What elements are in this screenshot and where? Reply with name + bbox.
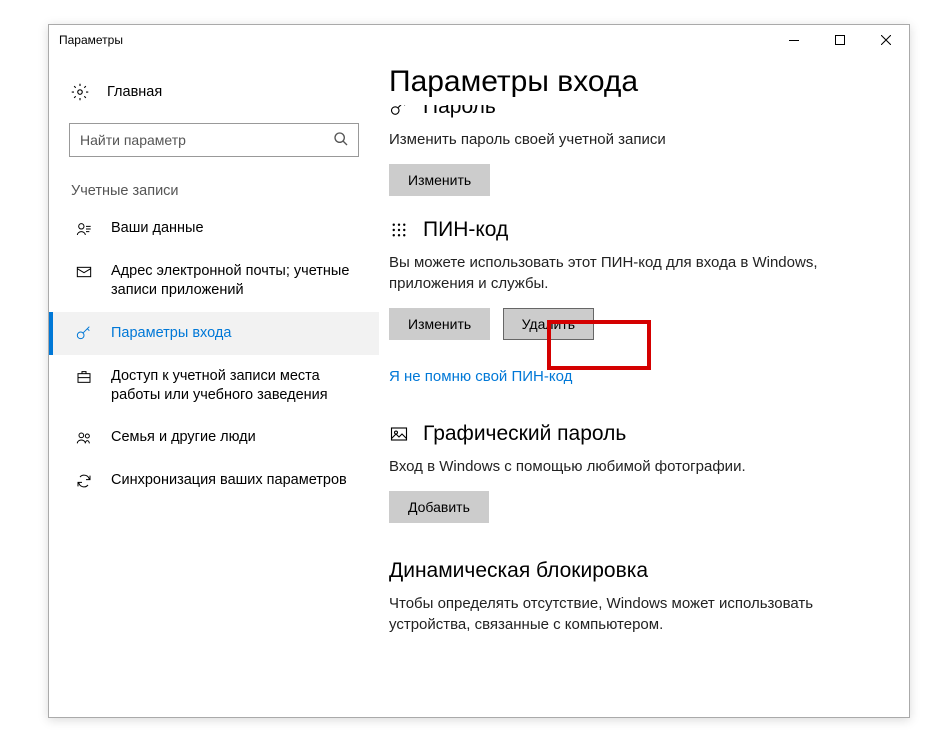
- sidebar-item-family[interactable]: Семья и другие люди: [49, 416, 379, 459]
- section-dynamic-heading: Динамическая блокировка: [389, 559, 881, 583]
- briefcase-icon: [75, 368, 93, 386]
- main-panel: Параметры входа Пароль Изменить пароль с…: [379, 55, 909, 717]
- sidebar-item-your-info[interactable]: Ваши данные: [49, 207, 379, 250]
- dynamic-desc: Чтобы определять отсутствие, Windows мож…: [389, 593, 881, 635]
- sync-icon: [75, 472, 93, 490]
- sidebar-item-label: Адрес электронной почты; учетные записи …: [111, 262, 357, 300]
- close-button[interactable]: [863, 25, 909, 55]
- sidebar-item-label: Ваши данные: [111, 219, 357, 238]
- section-dynamic-label: Динамическая блокировка: [389, 559, 648, 583]
- picture-desc: Вход в Windows с помощью любимой фотогра…: [389, 456, 881, 477]
- page-title: Параметры входа: [389, 65, 881, 99]
- sidebar-item-work-access[interactable]: Доступ к учетной записи места работы или…: [49, 355, 379, 417]
- search-icon: [333, 131, 349, 147]
- sidebar-item-label: Синхронизация ваших параметров: [111, 471, 357, 490]
- pin-change-button[interactable]: Изменить: [389, 308, 490, 340]
- window-title: Параметры: [59, 33, 123, 47]
- picture-add-button[interactable]: Добавить: [389, 491, 489, 523]
- people-icon: [75, 429, 93, 447]
- sidebar: Главная Учетные записи Ваши: [49, 55, 379, 717]
- gear-icon: [71, 83, 89, 101]
- titlebar: Параметры: [49, 25, 909, 55]
- minimize-button[interactable]: [771, 25, 817, 55]
- section-picture-label: Графический пароль: [423, 422, 626, 446]
- search-wrap: [69, 123, 359, 157]
- maximize-button[interactable]: [817, 25, 863, 55]
- pin-remove-button[interactable]: Удалить: [503, 308, 594, 340]
- password-desc: Изменить пароль своей учетной записи: [389, 129, 881, 150]
- sidebar-item-signin-options[interactable]: Параметры входа: [49, 312, 379, 355]
- pin-desc: Вы можете использовать этот ПИН-код для …: [389, 252, 881, 294]
- key-icon: [389, 105, 409, 119]
- pin-forgot-link[interactable]: Я не помню свой ПИН-код: [389, 368, 572, 385]
- sidebar-item-label: Доступ к учетной записи места работы или…: [111, 367, 357, 405]
- picture-icon: [389, 424, 409, 444]
- section-pin-heading: ПИН-код: [389, 218, 881, 242]
- window-controls: [771, 25, 909, 55]
- sidebar-item-email[interactable]: Адрес электронной почты; учетные записи …: [49, 250, 379, 312]
- sidebar-item-label: Параметры входа: [111, 324, 357, 343]
- keypad-icon: [389, 220, 409, 240]
- password-change-button[interactable]: Изменить: [389, 164, 490, 196]
- section-password-heading: Пароль: [389, 105, 881, 119]
- sidebar-home[interactable]: Главная: [49, 75, 379, 109]
- search-input[interactable]: [69, 123, 359, 157]
- settings-window: Параметры Главная: [48, 24, 910, 718]
- section-pin-label: ПИН-код: [423, 218, 508, 242]
- sidebar-category: Учетные записи: [49, 175, 379, 207]
- sidebar-home-label: Главная: [107, 84, 162, 100]
- person-icon: [75, 220, 93, 238]
- content: Главная Учетные записи Ваши: [49, 55, 909, 717]
- sidebar-item-label: Семья и другие люди: [111, 428, 357, 447]
- mail-icon: [75, 263, 93, 281]
- sidebar-item-sync[interactable]: Синхронизация ваших параметров: [49, 459, 379, 502]
- section-picture-heading: Графический пароль: [389, 422, 881, 446]
- section-password-label: Пароль: [423, 105, 496, 119]
- key-icon: [75, 325, 93, 343]
